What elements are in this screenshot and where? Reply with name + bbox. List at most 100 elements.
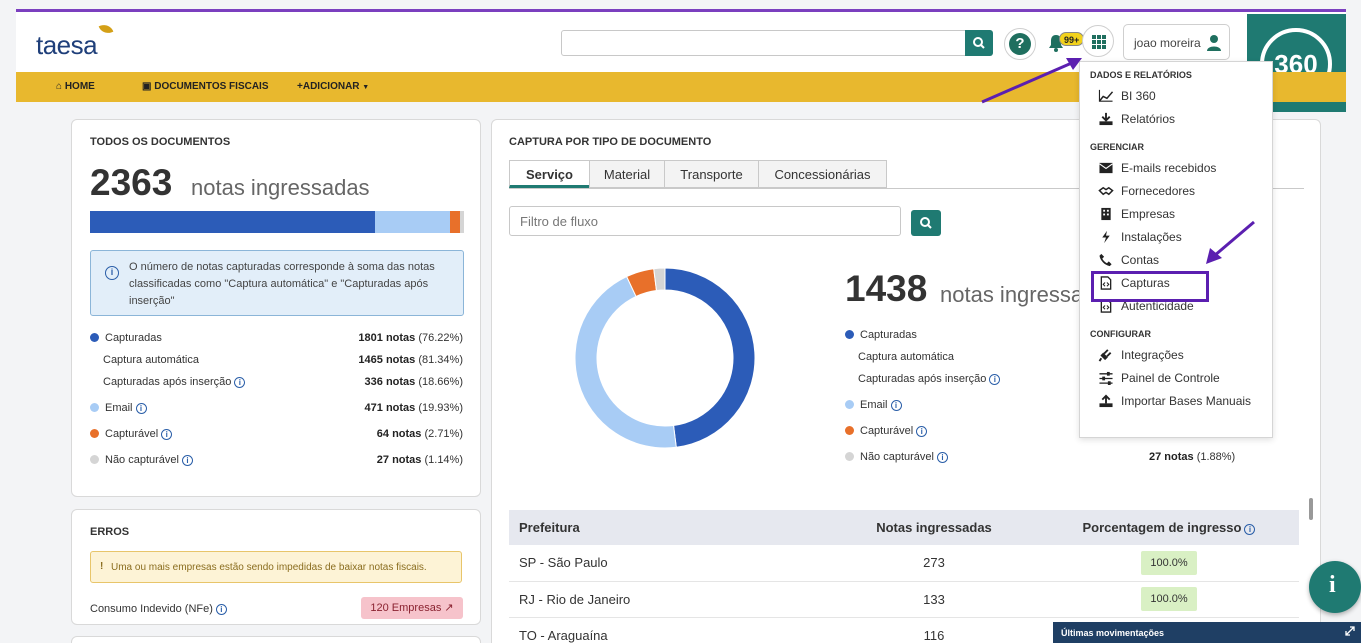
row-pct: (1.14%) [421, 454, 463, 466]
info-icon[interactable]: i [937, 452, 948, 463]
warning-alert: ! Uma ou mais empresas estão sendo imped… [90, 551, 462, 583]
capture-total-count: 1438 [845, 268, 928, 309]
cell-city: TO - Araguaína [509, 617, 829, 643]
info-icon[interactable]: i [135, 403, 147, 414]
row-label-text: Capturadas após inserção [103, 376, 232, 388]
user-menu-button[interactable]: joao moreira [1123, 24, 1230, 60]
row-label-text: Não capturável [105, 454, 179, 466]
col-notas[interactable]: Notas ingressadas [829, 510, 1029, 545]
errors-card: ERROS ! Uma ou mais empresas estão sendo… [71, 509, 481, 625]
doc-row-label: Captura automática [103, 354, 199, 366]
cell-count: 133 [829, 581, 1029, 618]
total-count: 2363 [90, 162, 173, 203]
info-fab-button[interactable]: i [1309, 561, 1361, 613]
doc-row-label: Não capturável i [90, 454, 193, 466]
distribution-bar [90, 211, 464, 233]
legend-count: 27 notas [1149, 451, 1194, 463]
doc-row-value: 27 notas (1.14%) [377, 454, 463, 466]
nav-fiscal-docs[interactable]: ▣ DOCUMENTOS FISCAIS [142, 81, 269, 92]
tab-material[interactable]: Material [589, 160, 665, 188]
warning-text: Uma ou mais empresas estão sendo impedid… [111, 562, 427, 573]
capture-legend-item: Capturadas após inserção i [858, 373, 1001, 385]
col-porcentagem-label: Porcentagem de ingresso [1082, 520, 1242, 535]
info-icon[interactable]: i [890, 400, 902, 411]
legend-dot [845, 426, 854, 435]
card-title: CAPTURA POR TIPO DE DOCUMENTO [509, 136, 712, 148]
metric-row: Consumo Indevido (NFe) i [90, 603, 227, 615]
info-icon[interactable]: i [916, 426, 928, 437]
nav-add[interactable]: +ADICIONAR ▼ [297, 81, 369, 92]
plug-icon [1098, 349, 1112, 362]
recent-movements-bar[interactable]: Últimas movimentações [1053, 622, 1361, 643]
info-icon[interactable]: i [234, 377, 246, 388]
home-icon: ⌂ [56, 81, 63, 92]
legend-dot [845, 400, 854, 409]
table-row[interactable]: SP - São Paulo 273 100.0% [509, 545, 1299, 582]
search-input[interactable] [561, 30, 966, 56]
legend-label: Capturadas após inserção [858, 373, 987, 385]
info-box: i O número de notas capturadas correspon… [90, 250, 464, 316]
all-documents-card: TODOS OS DOCUMENTOS 2363 notas ingressad… [71, 119, 481, 497]
tab-concessionarias[interactable]: Concessionárias [758, 160, 887, 188]
tab-transporte[interactable]: Transporte [664, 160, 759, 188]
doc-row-label: Capturadas [90, 332, 162, 344]
col-prefeitura[interactable]: Prefeitura [509, 510, 829, 545]
doc-row-value: 1801 notas (76.22%) [358, 332, 463, 344]
logo[interactable]: taesa [36, 22, 114, 61]
doc-row-label: Email i [90, 402, 147, 414]
sliders-icon [1099, 371, 1113, 385]
companies-count: 120 Empresas [370, 602, 442, 614]
info-icon[interactable]: i [161, 429, 173, 440]
nav-home[interactable]: ⌂ HOME [56, 81, 95, 92]
legend-dot [90, 333, 99, 342]
envelope-icon [1099, 162, 1113, 174]
dropdown-section-title: GERENCIAR [1090, 142, 1145, 152]
card-title: ERROS [90, 526, 130, 538]
user-name: joao moreira [1134, 36, 1201, 50]
bar-segment-email [375, 211, 450, 233]
tab-servico[interactable]: Serviço [509, 160, 590, 188]
cell-count: 273 [829, 545, 1029, 582]
legend-dot [90, 403, 99, 412]
cell-count: 116 [829, 617, 1029, 643]
legend-value: 27 notas (1.88%) [1149, 451, 1235, 463]
dropdown-item-label: Painel de Controle [1121, 371, 1220, 385]
expand-icon[interactable] [1345, 626, 1355, 636]
user-icon [1207, 35, 1221, 51]
info-icon[interactable]: i [182, 455, 193, 466]
info-icon[interactable]: i [215, 604, 227, 615]
row-pct: (81.34%) [415, 354, 463, 366]
legend-dot [90, 455, 99, 464]
capture-legend-item: Não capturável i [845, 451, 948, 463]
nav-home-label: HOME [64, 81, 95, 92]
row-label-text: Capturável [105, 428, 159, 440]
legend-label: Capturadas [860, 329, 917, 341]
flow-filter-input[interactable]: Filtro de fluxo [509, 206, 901, 236]
doc-row-value: 64 notas (2.71%) [377, 428, 463, 440]
dropdown-section-title: CONFIGURAR [1090, 329, 1151, 339]
download-icon [1099, 112, 1113, 126]
legend-label: Email [860, 399, 888, 411]
info-icon[interactable]: i [989, 374, 1001, 385]
doc-row-label: Capturável i [90, 428, 173, 440]
table-row[interactable]: RJ - Rio de Janeiro 133 100.0% [509, 581, 1299, 618]
legend-dot [90, 429, 99, 438]
table-scrollbar[interactable] [1309, 498, 1313, 520]
companies-link[interactable]: 120 Empresas ↗ [361, 597, 463, 619]
row-label-text: Captura automática [103, 354, 199, 366]
bar-segment-nao-capturavel [459, 211, 464, 233]
doc-row-value: 471 notas (19.93%) [365, 402, 463, 414]
next-card [71, 636, 481, 643]
doc-row-label: Capturadas após inserção i [103, 376, 246, 388]
row-pct: (2.71%) [421, 428, 463, 440]
card-title: TODOS OS DOCUMENTOS [90, 136, 231, 148]
dropdown-item-label: Fornecedores [1121, 184, 1196, 198]
info-icon: i [105, 266, 119, 280]
info-icon[interactable]: i [1244, 524, 1256, 535]
legend-label: Captura automática [858, 351, 954, 363]
cell-city: RJ - Rio de Janeiro [509, 581, 829, 618]
logo-leaf-icon [98, 22, 114, 36]
filter-search-button[interactable] [911, 210, 941, 236]
dropdown-item-label: Relatórios [1121, 112, 1176, 126]
col-porcentagem[interactable]: Porcentagem de ingresso i [1029, 510, 1299, 545]
